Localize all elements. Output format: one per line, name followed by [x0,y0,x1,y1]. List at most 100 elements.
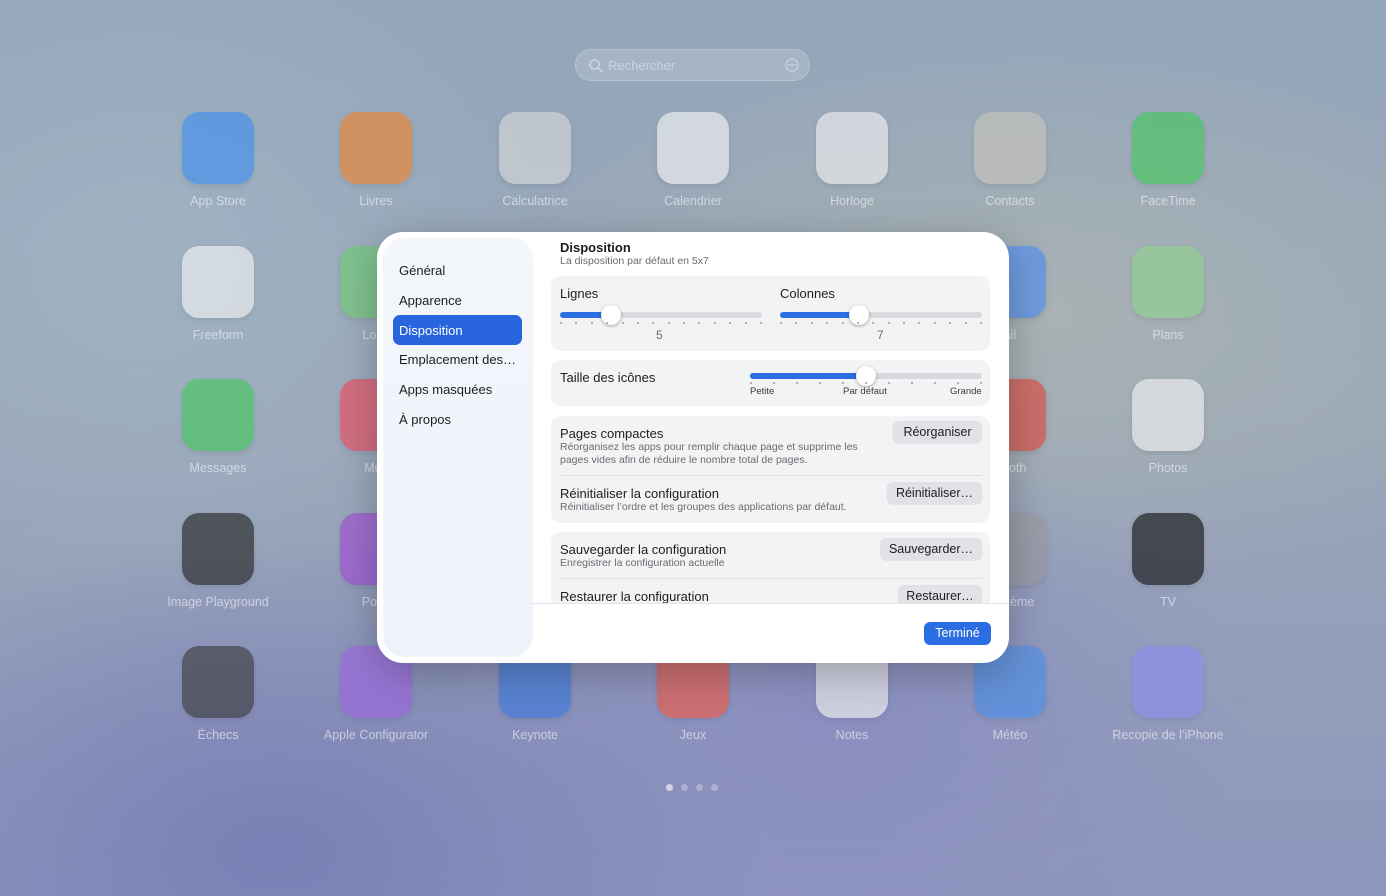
facetime-icon [1132,112,1204,184]
app-freeform[interactable]: Freeform [138,246,298,342]
save-config-description: Enregistrer la configuration actuelle [560,557,725,569]
columns-label: Colonnes [780,286,835,301]
icon-size-slider[interactable] [750,366,982,386]
app-contacts[interactable]: Contacts [930,112,1090,208]
app-label: Calculatrice [502,194,568,208]
save-button[interactable]: Sauvegarder… [880,538,982,560]
app-photos[interactable]: Photos [1088,379,1248,475]
slider-tick [796,382,798,384]
app-label: Photos [1148,461,1188,475]
sidebar-item-hidden-apps[interactable]: Apps masquées [393,374,522,404]
app-label: Keynote [512,728,558,742]
slider-tick [964,322,967,324]
pages-card: Pages compactes Réorganisez les apps pou… [551,416,990,523]
app-tv[interactable]: TV [1088,513,1248,609]
app-calendar[interactable]: Calendrier [613,112,773,208]
settings-sidebar: Général Apparence Disposition Emplacemen… [384,239,532,656]
columns-slider[interactable] [780,305,982,325]
divider [560,475,982,476]
chess-icon [182,646,254,718]
tv-icon [1132,513,1204,585]
compact-pages-title: Pages compactes [560,426,664,441]
slider-tick [980,382,982,384]
slider-tick [606,322,609,324]
slider-tick [621,322,624,324]
app-label: Notes [835,728,869,742]
slider-tick [933,322,936,324]
rows-slider[interactable] [560,305,762,325]
app-label: Jeux [679,728,707,742]
books-icon [340,112,412,184]
icon-size-ticks [750,382,982,384]
sidebar-item-layout[interactable]: Disposition [393,315,522,345]
page-dot[interactable] [711,784,718,791]
slider-tick [911,382,913,384]
app-label: Livres [359,194,393,208]
slider-tick [744,322,747,324]
app-image-playground[interactable]: Image Playground [138,513,298,609]
icon-size-max-label: Grande [950,386,982,397]
settings-content[interactable]: Disposition La disposition par défaut en… [550,232,990,603]
reset-config-title: Réinitialiser la configuration [560,486,719,501]
done-button[interactable]: Terminé [924,622,991,645]
app-label: Plans [1152,328,1184,342]
app-messages[interactable]: Messages [138,379,298,475]
slider-tick [865,382,867,384]
icon-size-default-label: Par défaut [843,386,887,397]
slider-tick [934,382,936,384]
slider-tick [575,322,578,324]
reset-button[interactable]: Réinitialiser… [887,482,982,504]
messages-icon [182,379,254,451]
slider-tick [888,382,890,384]
rows-value: 5 [656,328,663,342]
app-app-store[interactable]: App Store [138,112,298,208]
columns-slider-fill [780,312,859,318]
app-label: Horloge [830,194,874,208]
sidebar-item-about[interactable]: À propos [393,404,522,434]
contacts-icon [974,112,1046,184]
app-iphone-mirroring[interactable]: Recopie de l’iPhone [1088,646,1248,742]
save-config-title: Sauvegarder la configuration [560,542,727,557]
sidebar-item-location[interactable]: Emplacement des… [393,344,522,374]
page-dot[interactable] [666,784,673,791]
slider-tick [957,382,959,384]
slider-tick [872,322,875,324]
calculator-icon [499,112,571,184]
slider-tick [780,322,782,324]
freeform-icon [182,246,254,318]
app-calculator[interactable]: Calculatrice [455,112,615,208]
columns-value: 7 [877,328,884,342]
app-books[interactable]: Livres [296,112,456,208]
restore-button[interactable]: Restaurer… [898,585,982,603]
icon-size-label: Taille des icônes [560,370,656,385]
app-label: Freeform [192,328,244,342]
search-placeholder: Rechercher [608,58,676,73]
section-title: Disposition [560,240,631,255]
app-facetime[interactable]: FaceTime [1088,112,1248,208]
slider-tick [810,322,813,324]
sidebar-item-appearance[interactable]: Apparence [393,285,522,315]
section-subtitle: La disposition par défaut en 5x7 [560,255,709,267]
app-chess[interactable]: Échecs [138,646,298,742]
launchpad-settings-dialog: Général Apparence Disposition Emplacemen… [377,232,1009,663]
sidebar-item-general[interactable]: Général [393,255,522,285]
app-maps[interactable]: Plans [1088,246,1248,342]
slider-tick [819,382,821,384]
icon-size-slider-fill [750,373,866,379]
ellipsis-icon[interactable] [785,58,799,72]
slider-tick [760,322,762,324]
reorganize-button[interactable]: Réorganiser [893,421,982,443]
slider-tick [980,322,982,324]
grid-card: Lignes 5 Colonnes 7 [551,276,990,351]
slider-tick [887,322,890,324]
app-clock[interactable]: Horloge [772,112,932,208]
search-field[interactable]: Rechercher [575,49,810,81]
iphone-mirroring-icon [1132,646,1204,718]
page-indicator[interactable] [666,778,726,791]
slider-tick [698,322,701,324]
slider-tick [590,322,593,324]
app-label: Météo [992,728,1028,742]
page-dot[interactable] [696,784,703,791]
app-label: Contacts [985,194,1035,208]
page-dot[interactable] [681,784,688,791]
